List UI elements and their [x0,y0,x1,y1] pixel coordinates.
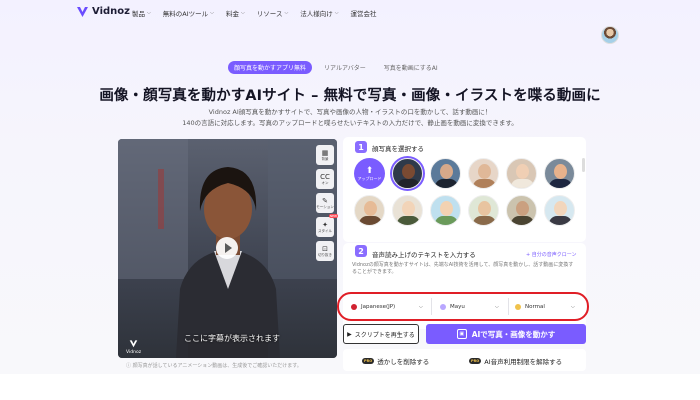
upload-photo-button[interactable]: ⬆ アップロード [354,158,385,189]
style-select[interactable]: Normal ⌵ [515,300,581,313]
nav-item-pricing[interactable]: 料金 ⌵ [226,8,245,18]
generate-video-button[interactable]: ▣ AIで写真・画像を動かす [426,324,586,344]
script-textarea[interactable]: Vidnozの顔写真を動かすサイトは、先端なAI技術を活用して、顔写真を動かし、… [352,262,578,276]
nav-item-products[interactable]: 製品 ⌵ [132,8,151,18]
subtitle-caption: ここに字幕が表示されます [184,334,280,343]
captions-icon: CC [320,172,330,181]
vidnoz-logo[interactable]: Vidnoz [76,5,130,18]
step2-title: 音声読み上げのテキストを入力する [372,251,476,259]
face-option[interactable] [430,195,461,226]
new-badge: NEW [328,214,338,218]
preview-notice: ⓘ 顔写真が話しているアニメーション動画は、生成後でご確認いただけます。 [126,363,302,369]
face-option[interactable] [544,158,575,189]
divider [431,298,432,315]
chevron-down-icon: ⌵ [334,10,339,16]
nav-item-free-tools[interactable]: 無料のAIツール ⌵ [163,8,214,18]
flag-japan-icon [351,303,357,310]
user-avatar[interactable] [601,26,619,44]
face-gallery: ⬆ アップロード [354,158,580,226]
voice-clone-link[interactable]: + 自分の音声クローン [526,251,577,258]
logo-icon [77,7,88,17]
face-option[interactable] [468,158,499,189]
tab-real-avatar[interactable]: リアルアバター [318,61,372,74]
voice-select[interactable]: Mayu ⌵ [440,300,504,313]
pro-badge: PRO [469,358,482,364]
face-option[interactable] [506,195,537,226]
play-icon: ▶ [347,330,352,338]
page-title: 画像・顔写真を動かすAIサイト – 無料で写真・画像・イラストを喋る動画に [99,88,601,104]
logo-icon [129,340,138,348]
remove-watermark-option[interactable]: PRO 透かしを削除する [362,356,429,366]
logo-text: Vidnoz [92,6,130,17]
motion-icon: ✎ [322,196,328,205]
divider [508,298,509,315]
chevron-down-icon: ⌵ [571,303,575,310]
chevron-down-icon: ⌵ [147,10,151,16]
chevron-down-icon: ⌵ [210,10,214,16]
face-option[interactable] [354,195,385,226]
tool-crop[interactable]: ⊡ 切り抜き [316,241,334,261]
crop-icon: ⊡ [322,244,328,253]
style-icon: ✦ [322,220,328,229]
page-subtitle-1: Vidnoz AI顔写真を動かすサイトで、写真や画像の人物・イラストの口を動かし… [208,108,492,116]
language-select[interactable]: Japanese(JP) ⌵ [351,300,427,313]
main-nav: 製品 ⌵ 無料のAIツール ⌵ 料金 ⌵ リソース ⌵ 法人様向け ⌵ 運営会社 [132,8,377,18]
upload-icon: ⬆ [365,165,374,176]
page-frame: Vidnoz 製品 ⌵ 無料のAIツール ⌵ 料金 ⌵ リソース ⌵ 法人様向け ⌵ 運営… [0,0,700,374]
face-option[interactable] [392,195,423,226]
voice-avatar-icon [440,303,446,310]
nav-item-company[interactable]: 運営会社 [351,8,377,18]
face-option[interactable] [506,158,537,189]
play-icon [224,243,232,253]
tool-background[interactable]: ▦ 背景 [316,145,334,165]
face-option[interactable] [468,195,499,226]
face-option[interactable] [544,195,575,226]
video-watermark-logo: Vidnoz [126,339,141,355]
step1-title: 顔写真を選択する [372,145,424,153]
nav-item-resources[interactable]: リソース ⌵ [257,8,288,18]
step2-number: 2 [355,245,367,257]
page-subtitle-2: 140の言語に対応します。写真のアップロードと喋らせたいテキストの入力だけで、静… [182,119,518,127]
tool-captions[interactable]: CC オン [316,169,334,189]
tool-motion[interactable]: ✎ モーション [316,193,334,213]
background-icon: ▦ [321,148,329,157]
step1-number: 1 [355,141,367,153]
nav-item-business[interactable]: 法人様向け ⌵ [300,8,338,18]
tool-style[interactable]: ✦ スタイル NEW [316,214,338,237]
unlock-voice-limit-option[interactable]: PRO AI音声利用制限を解除する [469,356,562,366]
face-option[interactable] [430,158,461,189]
info-icon: ⓘ [126,363,133,369]
chevron-down-icon: ⌵ [495,303,499,310]
emotion-icon [515,303,521,310]
generate-icon: ▣ [456,329,467,339]
play-button[interactable] [216,237,238,259]
tab-photo-to-video[interactable]: 写真を動画にするAI [378,61,444,74]
tab-photo-talk[interactable]: 顔写真を動かすアプリ無料 [228,61,313,74]
play-script-button[interactable]: ▶ スクリプトを再生する [343,324,419,344]
gallery-scrollbar[interactable] [582,158,585,172]
face-option[interactable] [392,158,423,189]
pro-badge: PRO [362,358,375,364]
chevron-down-icon: ⌵ [240,10,245,16]
tool-tabs: 顔写真を動かすアプリ無料 リアルアバター 写真を動画にするAI [228,60,444,75]
chevron-down-icon: ⌵ [284,10,289,16]
chevron-down-icon: ⌵ [419,303,423,310]
video-tools: ▦ 背景 CC オン ✎ モーション ✦ スタイル NEW ⊡ 切り抜き [316,145,338,261]
bottom-margin [0,374,700,400]
